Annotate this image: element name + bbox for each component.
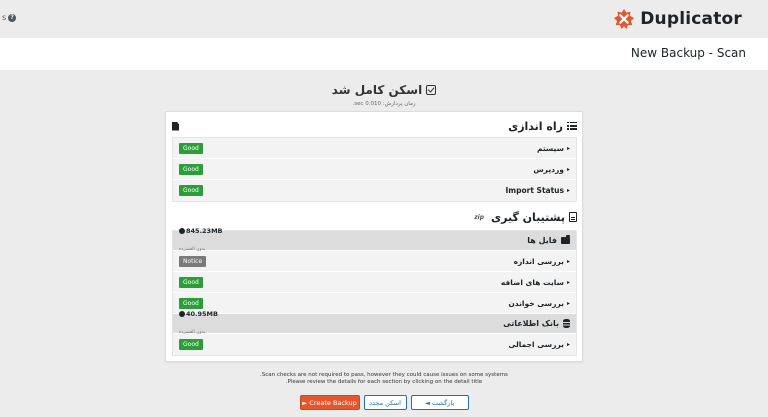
checkbox-checked-icon xyxy=(426,85,437,95)
status-badge: Good xyxy=(179,185,203,196)
back-button[interactable]: ◄ بازگشت xyxy=(410,395,469,410)
status-badge: Good xyxy=(179,339,203,350)
status-badge: Good xyxy=(179,142,203,154)
files-row-extra-sites[interactable]: ▸ سایت های اضافه Good xyxy=(173,272,576,293)
row-label-text: بررسی اندازه xyxy=(513,256,564,266)
top-strip: s ? Duplicator xyxy=(0,0,768,38)
files-size-sub: بدون الفشرده xyxy=(179,247,206,252)
brand-name: Duplicator xyxy=(640,9,742,29)
row-label-text: سایت های اضافه xyxy=(500,277,564,287)
setup-section-title: راه اندازی xyxy=(508,120,577,133)
row-label: ▸ وردپرس xyxy=(533,165,570,174)
checklist-icon xyxy=(567,122,577,130)
backup-title-text: پشتیبان گیری xyxy=(491,210,565,224)
caret-right-icon: ▸ xyxy=(566,165,570,173)
files-row-size-check[interactable]: ▸ بررسی اندازه Notice xyxy=(173,251,576,272)
database-size-sub: بدون الفشرده xyxy=(179,330,206,335)
scan-complete-title: اسکن کامل شد xyxy=(331,83,437,97)
database-group-header[interactable]: بانک اطلاعاتی 40.95MB بدون الفشرده xyxy=(173,310,576,335)
status-badge: Good xyxy=(179,163,203,175)
clock-icon xyxy=(179,311,185,317)
row-label: ▸ بررسی اندازه xyxy=(514,257,570,266)
backup-rows: فایل ها 845.23MB بدون الفشرده ▸ بررسی ان… xyxy=(172,227,577,356)
caret-right-icon: ▸ xyxy=(566,144,570,152)
files-group-header[interactable]: فایل ها 845.23MB بدون الفشرده xyxy=(173,227,576,252)
help-icon[interactable]: ? xyxy=(8,13,17,22)
setup-rows: ▸ سیستم Good ▸ وردپرس Good ▸ Import Stat… xyxy=(172,137,577,202)
caret-right-icon: ▸ xyxy=(566,278,570,286)
caret-right-icon: ▸ xyxy=(566,187,570,194)
scan-results-panel: راه اندازی ▸ سیستم Good ▸ وردپرس Good ▸ … xyxy=(165,111,583,362)
rescan-button[interactable]: اسکن مجدد xyxy=(363,395,407,410)
setup-row-system[interactable]: ▸ سیستم Good xyxy=(173,138,576,159)
duplicator-logo-icon xyxy=(614,8,635,30)
footnote-line-1: .Scan checks are not required to pass, h… xyxy=(260,372,508,378)
help-link[interactable]: s ? xyxy=(2,13,17,22)
row-label-text: سیستم xyxy=(536,143,564,153)
database-label-text: بانک اطلاعاتی xyxy=(503,319,559,328)
files-size-value: 845.23MB xyxy=(179,227,223,235)
brand: Duplicator xyxy=(613,8,742,30)
row-label-text: وردپرس xyxy=(533,164,564,174)
status-badge: Notice xyxy=(179,255,207,267)
document-icon[interactable] xyxy=(172,121,179,131)
files-row-readable[interactable]: ▸ بررسی خواندن Good xyxy=(173,293,576,314)
caret-right-icon: ▸ xyxy=(566,341,570,348)
scan-complete-text: اسکن کامل شد xyxy=(331,83,423,97)
status-badge: Good xyxy=(179,297,203,309)
row-label: ▸ Import Status xyxy=(506,186,570,195)
folder-icon xyxy=(561,235,570,244)
zip-icon: zip xyxy=(474,213,485,221)
help-text: s xyxy=(2,13,7,22)
backup-section-header[interactable]: پشتیبان گیری zip xyxy=(172,206,577,228)
caret-right-icon: ▸ xyxy=(566,257,570,265)
setup-row-import-status[interactable]: ▸ Import Status Good xyxy=(173,180,576,201)
row-label: ▸ سایت های اضافه xyxy=(501,278,570,287)
database-row-overview[interactable]: ▸ بررسی اجمالی Good xyxy=(173,334,576,355)
row-label-text: بررسی خواندن xyxy=(508,298,564,308)
database-size-text: 40.95MB xyxy=(186,310,218,318)
action-buttons: ► Create Backup اسکن مجدد ◄ بازگشت xyxy=(0,395,768,410)
database-size-value: 40.95MB xyxy=(179,310,218,318)
footnote-line-2: .Please review the details for each sect… xyxy=(285,379,483,385)
scan-time: زمان پردازش: 0.010 sec. xyxy=(352,101,416,107)
row-label: ▸ بررسی خواندن xyxy=(508,299,570,308)
row-label-text: بررسی اجمالی xyxy=(508,340,564,349)
setup-title-text: راه اندازی xyxy=(508,119,563,133)
file-icon xyxy=(569,212,577,222)
files-size: 845.23MB بدون الفشرده xyxy=(179,227,223,254)
header-bar: New Backup - Scan xyxy=(0,38,768,70)
row-label: ▸ سیستم xyxy=(537,144,570,153)
row-label-text: Import Status xyxy=(505,186,564,195)
status-badge: Good xyxy=(179,276,203,288)
backup-section-title: پشتیبان گیری zip xyxy=(474,211,577,224)
setup-row-wordpress[interactable]: ▸ وردپرس Good xyxy=(173,159,576,180)
setup-section-header[interactable]: راه اندازی xyxy=(172,115,577,137)
caret-right-icon: ▸ xyxy=(566,299,570,307)
page-title: New Backup - Scan xyxy=(630,46,746,60)
database-size: 40.95MB بدون الفشرده xyxy=(179,310,218,337)
files-group-label: فایل ها xyxy=(527,235,570,245)
row-label: ▸ بررسی اجمالی xyxy=(508,340,570,349)
database-group-label: بانک اطلاعاتی xyxy=(503,319,570,328)
files-label-text: فایل ها xyxy=(527,236,557,245)
clock-icon xyxy=(179,228,185,234)
scan-footnote: .Scan checks are not required to pass, h… xyxy=(0,372,768,386)
scan-heading: اسکن کامل شد زمان پردازش: 0.010 sec. xyxy=(0,80,768,107)
files-size-text: 845.23MB xyxy=(186,227,223,235)
database-icon xyxy=(563,319,570,328)
create-backup-button[interactable]: ► Create Backup xyxy=(299,395,360,410)
